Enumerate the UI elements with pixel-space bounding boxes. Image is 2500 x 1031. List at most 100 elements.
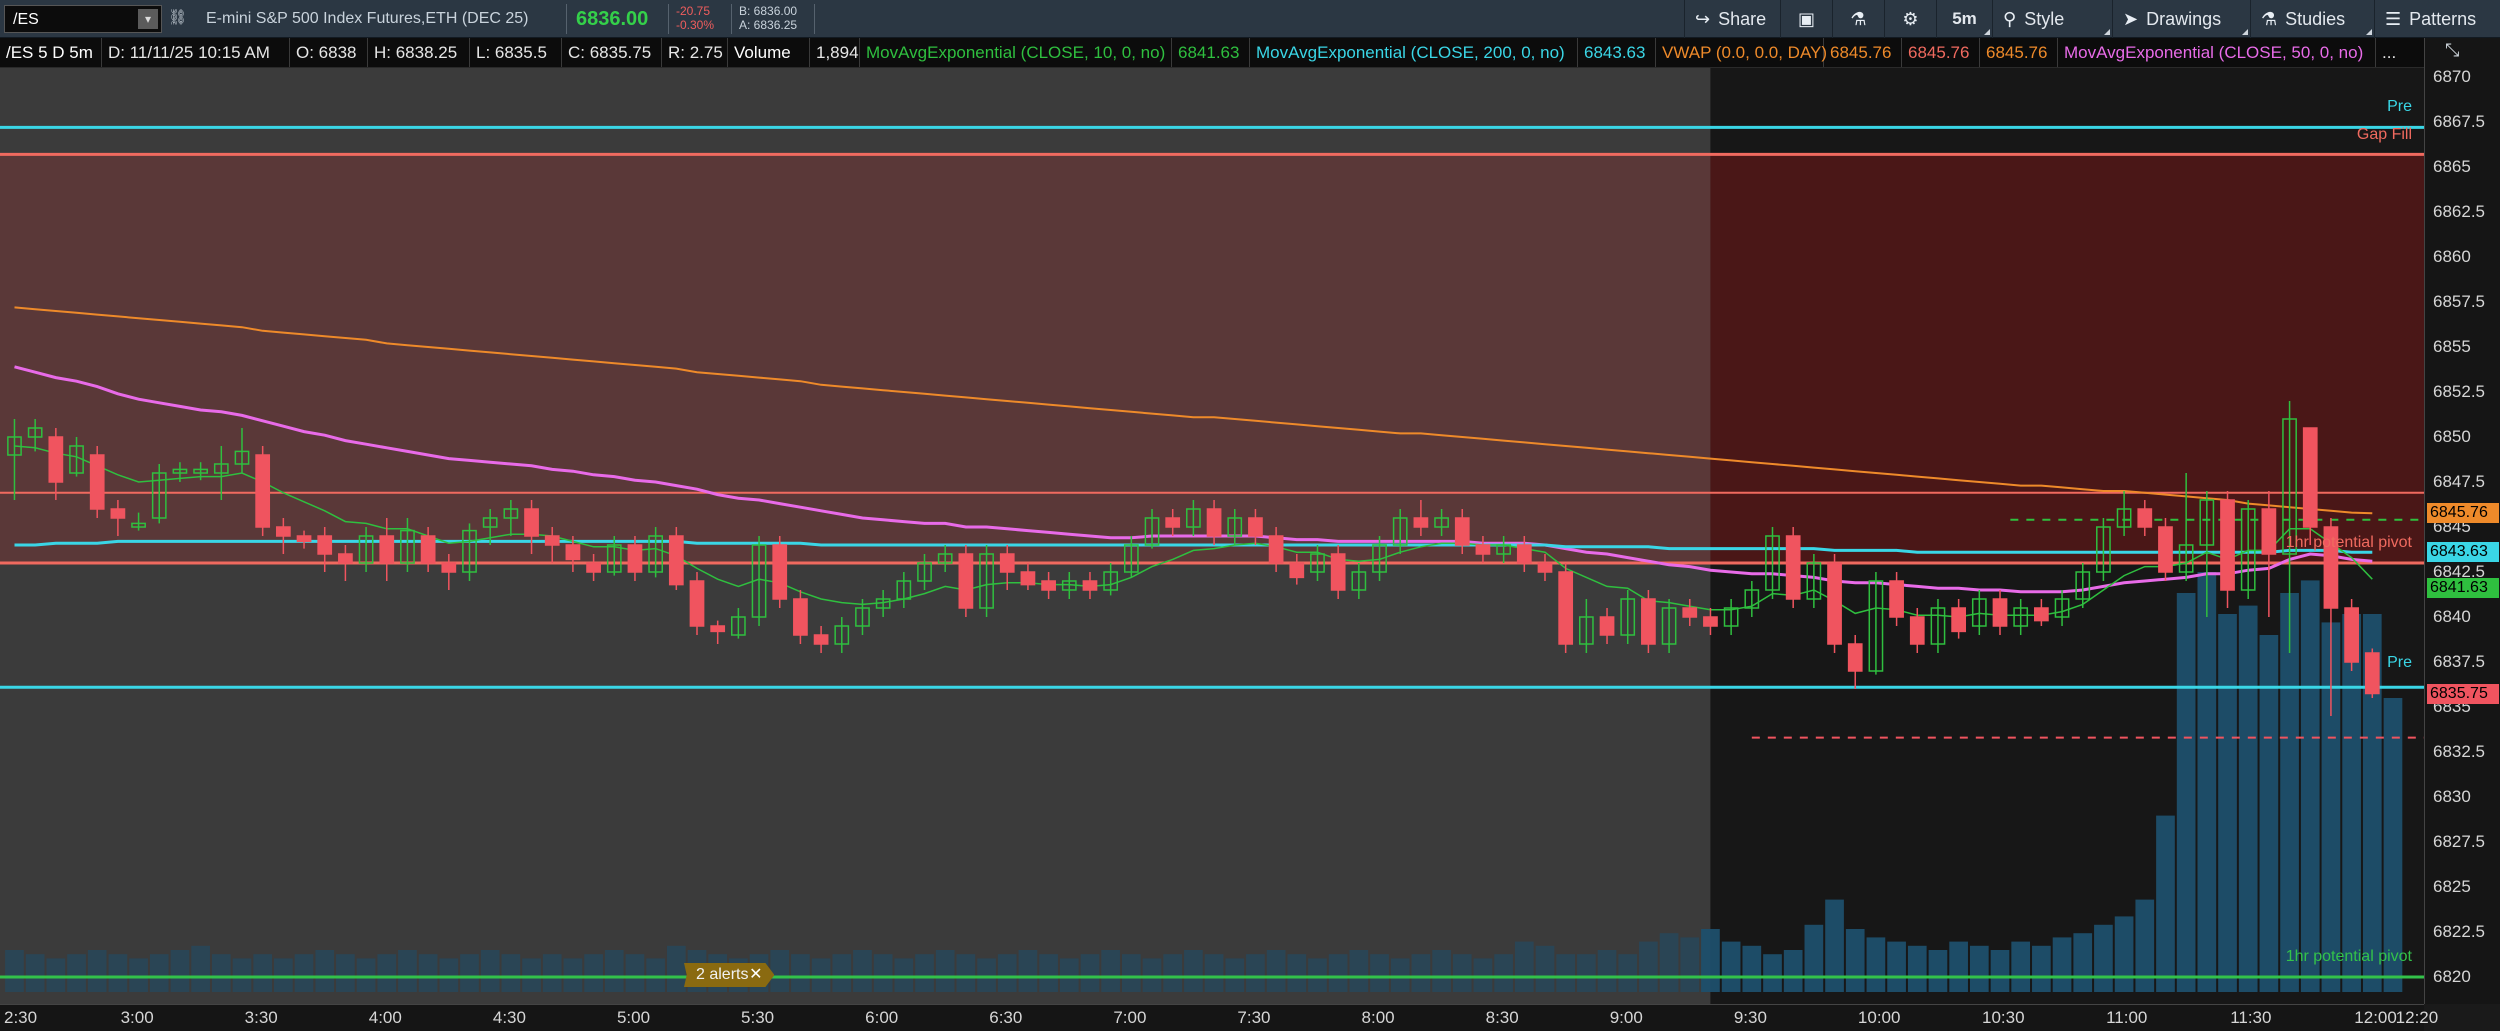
volume-bar [1845,929,1865,992]
volume-bar [1308,958,1327,992]
volume-bar [604,950,624,992]
share-icon: ↪ [1695,8,1711,29]
candle-body [813,634,829,645]
time-tick-label: 3:30 [244,1008,278,1027]
settings-button[interactable]: ⚙ [1884,0,1936,38]
bar-open: O: 6838 [290,38,368,67]
volume-bar [1411,954,1431,992]
volume-bar [791,954,810,992]
share-button[interactable]: ↪ Share [1684,0,1780,38]
net-change-value: -20.75 [676,4,711,18]
volume-bar [1597,950,1617,992]
volume-bar [1142,958,1162,992]
candle-body [544,535,560,546]
volume-bar [646,958,665,992]
screenshot-button[interactable]: ▣ [1780,0,1832,38]
volume-bar [294,954,314,992]
volume-bar [873,954,893,992]
time-tick-label: 3:00 [120,1008,154,1027]
link-icon[interactable]: ⛓ [168,8,187,26]
symbol-input[interactable]: /ES [13,11,39,29]
time-tick-label: 10:30 [1982,1008,2025,1027]
candle-body [689,580,705,627]
alerts-badge[interactable]: 2 alerts ✕ [684,963,775,987]
volume-bar [625,954,645,992]
ema200-label[interactable]: MovAvgExponential (CLOSE, 200, 0, no) [1250,38,1578,67]
volume-bar [1328,954,1348,992]
candle-body [1248,517,1263,537]
studies-button[interactable]: ⚗ Studies [2250,0,2374,38]
volume-bar [1804,924,1824,992]
volume-bar [1349,950,1369,992]
pre-bottom-label: Pre [2387,654,2412,671]
style-icon: ⚲ [2003,8,2017,29]
candle-body [999,553,1015,573]
volume-bar [2300,580,2320,992]
time-tick-label: 4:30 [492,1008,526,1027]
volume-bar [25,954,45,992]
volume-bar [563,958,583,992]
chevron-down-icon[interactable]: ▾ [138,9,158,29]
time-tick-label: 2:30 [4,1008,38,1027]
candle-body [2364,652,2380,695]
patterns-button[interactable]: ☰ Patterns [2374,0,2500,38]
style-button[interactable]: ⚲ Style [1992,0,2112,38]
ema10-label[interactable]: MovAvgExponential (CLOSE, 10, 0, no) [860,38,1172,67]
candle-body [2344,607,2359,663]
time-tick-label: 11:00 [2106,1008,2148,1027]
candle-body [1475,544,1491,555]
volume-bar [1949,941,1968,992]
price-chart[interactable]: Pre Gap Fill 1hr potential pivot Pre 1hr… [0,68,2424,1004]
vwap-label[interactable]: VWAP (0.0, 0.0, DAY) [1656,38,1827,67]
close-icon[interactable]: ✕ [749,963,762,987]
volume-bar [336,954,355,992]
candle-body [524,508,539,537]
timeframe-button[interactable]: 5m [1936,0,1992,38]
more-studies[interactable]: ... [2376,38,2422,67]
candle-body [1785,535,1801,600]
price-tick-label: 6830 [2433,787,2471,806]
volume-bar [1866,937,1886,992]
ema50-label[interactable]: MovAvgExponential (CLOSE, 50, 0, no) [2058,38,2376,67]
volume-bar [2011,941,2031,992]
candle-body [110,508,126,519]
volume-bar [1928,950,1948,992]
time-tick-label: 10:00 [1857,1008,1901,1027]
corner-arrow-icon [2104,29,2110,35]
volume-bar [1039,954,1058,992]
time-tick-label: 4:00 [368,1008,402,1027]
volume-bar [253,954,273,992]
candle-body [379,535,395,564]
candle-body [710,625,726,633]
ema200-value: 6843.63 [1578,38,1656,67]
collapse-icon[interactable]: ⤡ [2445,40,2459,61]
candle-body [1165,517,1181,528]
volume-bar [1080,954,1100,992]
volume-bar [542,954,562,992]
drawings-button[interactable]: ➤ Drawings [2112,0,2250,38]
volume-bar [418,954,438,992]
volume-label[interactable]: Volume [728,38,810,67]
time-axis[interactable]: 2:30 3:00 3:30 4:00 4:30 5:00 5:30 6:00 6:30 7:00… [0,1004,2438,1031]
candle-body [1558,571,1574,645]
volume-bar [1577,954,1596,992]
volume-bar [67,954,86,992]
chart-canvas[interactable] [0,68,2424,1004]
volume-bar [2218,614,2237,992]
price-tag-ema10: 6841.63 [2427,577,2499,598]
flask-button[interactable]: ⚗ [1832,0,1884,38]
volume-bar [356,958,376,992]
candle-body [1330,553,1346,591]
time-tick-label: 9:30 [1733,1008,1767,1027]
volume-bar [1059,958,1079,992]
symbol-period: /ES 5 D 5m [0,38,102,67]
volume-bar [1101,950,1120,992]
volume-bar [2156,815,2175,992]
candle-body [627,544,643,573]
price-tick-label: 6840 [2433,607,2471,626]
candle-body [2261,508,2277,555]
symbol-selector[interactable]: /ES ▾ [4,5,162,33]
volume-bar [2114,916,2134,992]
candle-body [793,598,808,636]
price-axis[interactable]: ⤡ 6870 6867.5 6865 6862.5 6860 6857.5 6855 6852… [2424,38,2500,1004]
